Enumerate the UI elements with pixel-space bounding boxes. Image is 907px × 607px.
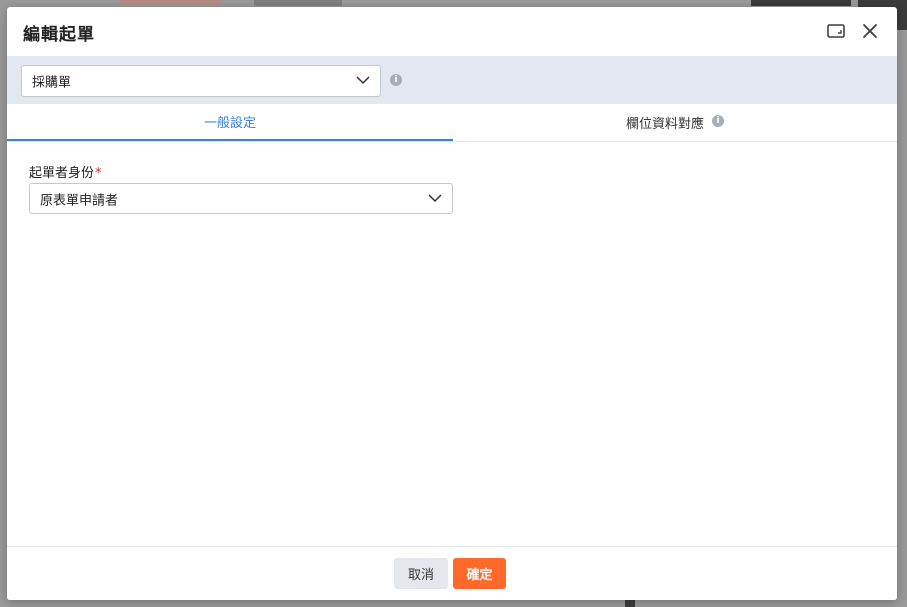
- info-icon[interactable]: i: [712, 115, 724, 127]
- source-form-value: 採購單: [32, 75, 72, 91]
- initiator-label: 起單者身份*: [29, 162, 102, 181]
- cancel-button[interactable]: 取消: [394, 558, 448, 589]
- confirm-button[interactable]: 確定: [453, 558, 506, 589]
- source-bar: 採購單 i: [7, 56, 897, 104]
- required-mark: *: [95, 166, 102, 181]
- dialog-footer: 取消 確定: [7, 546, 897, 600]
- maximize-button[interactable]: [825, 20, 847, 42]
- maximize-icon: [825, 20, 847, 42]
- background-fragment: [120, 0, 222, 6]
- tab-label: 一般設定: [203, 116, 256, 131]
- dialog-header: 編輯起單: [7, 7, 897, 56]
- close-button[interactable]: [859, 20, 881, 42]
- info-icon[interactable]: i: [390, 74, 402, 86]
- initiator-label-text: 起單者身份: [29, 166, 95, 181]
- chevron-down-icon: [356, 74, 370, 89]
- background-fragment: [254, 0, 342, 6]
- chevron-down-icon: [428, 191, 442, 206]
- initiator-select[interactable]: 原表單申請者: [29, 183, 453, 214]
- background-fragment: [751, 0, 851, 6]
- source-form-select[interactable]: 採購單: [21, 65, 381, 97]
- background-fragment: [625, 600, 635, 607]
- close-icon: [859, 20, 881, 42]
- initiator-value: 原表單申請者: [40, 193, 119, 208]
- tab-field-mapping[interactable]: 欄位資料對應 i: [453, 104, 897, 140]
- edit-dialog: 編輯起單 採購單 i 一般設定 欄位資料對應 i 起單者身份* 原表單申請者 取…: [7, 7, 897, 600]
- tab-bar: 一般設定 欄位資料對應 i: [7, 104, 897, 142]
- dialog-title: 編輯起單: [23, 25, 95, 45]
- tab-label: 欄位資料對應: [625, 116, 704, 132]
- tab-general-settings[interactable]: 一般設定: [7, 104, 453, 141]
